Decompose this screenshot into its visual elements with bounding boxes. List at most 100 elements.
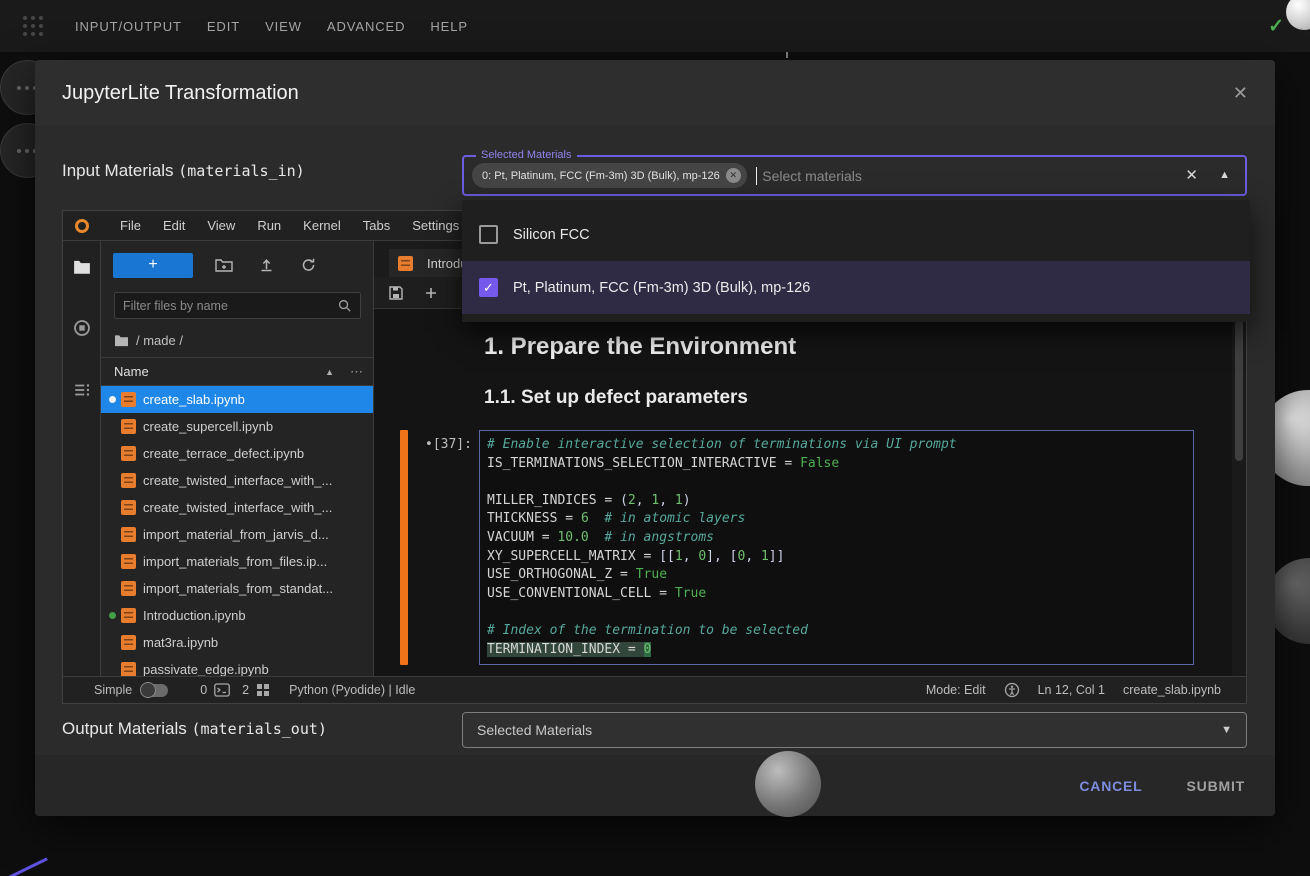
materials-select-input[interactable]: Selected Materials 0: Pt, Platinum, FCC … (462, 155, 1247, 196)
column-header-name[interactable]: Name (114, 364, 149, 379)
kernel-sessions-icon[interactable] (256, 683, 270, 697)
file-item[interactable]: create_terrace_defect.ipynb (101, 440, 373, 467)
code-line: USE_CONVENTIONAL_CELL = True (487, 585, 1186, 604)
accessibility-icon[interactable] (1004, 682, 1020, 698)
scrollbar-thumb[interactable] (1235, 311, 1243, 461)
jupyter-statusbar: Simple 0 2 Python (Pyodide) | Idle Mode:… (63, 676, 1246, 703)
dialog-actions: CANCEL SUBMIT (35, 755, 1275, 816)
dot-placeholder (109, 423, 116, 430)
jupyter-menu-tabs[interactable]: Tabs (352, 218, 401, 233)
file-item[interactable]: create_slab.ipynb (101, 386, 373, 413)
jupyter-menu-settings[interactable]: Settings (401, 218, 470, 233)
clear-selection-icon[interactable]: ✕ (1185, 166, 1198, 184)
notebook-file-icon (121, 554, 136, 569)
chip-label: 0: Pt, Platinum, FCC (Fm-3m) 3D (Bulk), … (482, 170, 720, 182)
materials-select-floating-label: Selected Materials (476, 149, 577, 161)
jupyter-menu-edit[interactable]: Edit (152, 218, 196, 233)
cancel-button[interactable]: CANCEL (1079, 778, 1142, 794)
file-item[interactable]: import_materials_from_standat... (101, 575, 373, 602)
collapse-dropdown-icon[interactable]: ▲ (1219, 169, 1230, 181)
submit-button[interactable]: SUBMIT (1187, 778, 1245, 794)
file-name: mat3ra.ipynb (143, 635, 218, 650)
checkbox-checked-icon[interactable]: ✓ (479, 278, 498, 297)
ready-check-icon: ✓ (1268, 15, 1284, 38)
file-item[interactable]: import_material_from_jarvis_d... (101, 521, 373, 548)
new-launcher-button[interactable]: + (113, 253, 193, 278)
material-option[interactable]: Silicon FCC (462, 208, 1250, 261)
atom-sphere-bottom (755, 751, 821, 817)
topbar-menu-edit[interactable]: EDIT (207, 19, 240, 34)
file-name: Introduction.ipynb (143, 608, 246, 623)
notebook-scrollbar[interactable] (1232, 309, 1246, 676)
app-logo-icon[interactable] (22, 15, 44, 37)
cell-collapser-bar[interactable] (400, 430, 408, 665)
code-line: USE_ORTHOGONAL_Z = True (487, 566, 1186, 585)
chip-remove-icon[interactable]: ✕ (726, 168, 741, 183)
notebook-file-icon (121, 446, 136, 461)
terminal-icon[interactable] (214, 683, 230, 697)
file-item[interactable]: import_materials_from_files.ip... (101, 548, 373, 575)
new-folder-icon[interactable] (215, 257, 233, 273)
input-materials-label: Input Materials (materials_in) (62, 161, 305, 181)
materials-dropdown-menu: Silicon FCC ✓Pt, Platinum, FCC (Fm-3m) 3D… (462, 200, 1250, 322)
checkbox-unchecked-icon[interactable] (479, 225, 498, 244)
jupyter-menu-run[interactable]: Run (246, 218, 292, 233)
close-icon[interactable]: ✕ (1233, 83, 1248, 104)
file-item[interactable]: create_twisted_interface_with_... (101, 467, 373, 494)
table-of-contents-icon[interactable] (73, 381, 91, 399)
file-item[interactable]: passivate_edge.ipynb (101, 656, 373, 676)
file-name: create_twisted_interface_with_... (143, 473, 332, 488)
dot-placeholder (109, 666, 116, 673)
kernel-status[interactable]: Python (Pyodide) | Idle (289, 683, 415, 697)
cursor-position[interactable]: Ln 12, Col 1 (1038, 683, 1105, 697)
material-option-label: Silicon FCC (513, 227, 590, 243)
simple-mode-toggle[interactable] (141, 684, 168, 697)
editor-mode[interactable]: Mode: Edit (926, 683, 986, 697)
file-item[interactable]: create_supercell.ipynb (101, 413, 373, 440)
jupyter-menu-kernel[interactable]: Kernel (292, 218, 352, 233)
file-list-header[interactable]: Name ▲ ⋯ (101, 357, 373, 386)
topbar-menu-help[interactable]: HELP (430, 19, 468, 34)
refresh-icon[interactable] (300, 257, 317, 273)
notebook-file-icon (121, 581, 136, 596)
code-cell[interactable]: •[37]: # Enable interactive selection of… (400, 430, 1246, 665)
file-name: import_materials_from_files.ip... (143, 554, 327, 569)
input-materials-label-text: Input Materials (62, 161, 178, 180)
code-line: IS_TERMINATIONS_SELECTION_INTERACTIVE = … (487, 455, 1186, 474)
breadcrumb-path: / made / (136, 333, 183, 348)
filter-files-input[interactable] (123, 299, 337, 313)
jupyter-menu-file[interactable]: File (109, 218, 152, 233)
file-item[interactable]: mat3ra.ipynb (101, 629, 373, 656)
file-item[interactable]: create_twisted_interface_with_... (101, 494, 373, 521)
running-kernels-icon[interactable] (73, 319, 91, 337)
more-columns-icon[interactable]: ⋯ (350, 364, 363, 380)
material-option[interactable]: ✓Pt, Platinum, FCC (Fm-3m) 3D (Bulk), mp… (462, 261, 1250, 314)
jupyter-menu-view[interactable]: View (196, 218, 246, 233)
file-browser-icon[interactable] (73, 259, 91, 275)
code-line: MILLER_INDICES = (2, 1, 1) (487, 492, 1186, 511)
code-editor[interactable]: # Enable interactive selection of termin… (479, 430, 1194, 665)
input-materials-code: (materials_in) (178, 162, 304, 180)
topbar-menu-advanced[interactable]: ADVANCED (327, 19, 405, 34)
code-line: # Enable interactive selection of termin… (487, 436, 1186, 455)
active-file-name: create_slab.ipynb (1123, 683, 1221, 697)
breadcrumb[interactable]: / made / (101, 323, 373, 357)
notebook-tab-icon (398, 256, 413, 271)
terminal-count[interactable]: 0 (200, 683, 207, 697)
file-name: create_terrace_defect.ipynb (143, 446, 304, 461)
topbar-menu-input-output[interactable]: INPUT/OUTPUT (75, 19, 182, 34)
save-icon[interactable] (388, 285, 404, 301)
dot-placeholder (109, 450, 116, 457)
sort-ascending-icon[interactable]: ▲ (325, 367, 334, 377)
kernel-count[interactable]: 2 (242, 683, 249, 697)
add-cell-icon[interactable] (423, 285, 439, 301)
upload-icon[interactable] (258, 257, 275, 273)
topbar-menu-view[interactable]: VIEW (265, 19, 302, 34)
dot-placeholder (109, 585, 116, 592)
output-materials-select[interactable]: Selected Materials ▼ (462, 712, 1247, 748)
selected-material-chip[interactable]: 0: Pt, Platinum, FCC (Fm-3m) 3D (Bulk), … (472, 163, 747, 188)
simple-mode-label: Simple (94, 683, 132, 697)
code-line (487, 473, 1186, 492)
file-item[interactable]: Introduction.ipynb (101, 602, 373, 629)
file-browser-toolbar: + (101, 241, 373, 289)
